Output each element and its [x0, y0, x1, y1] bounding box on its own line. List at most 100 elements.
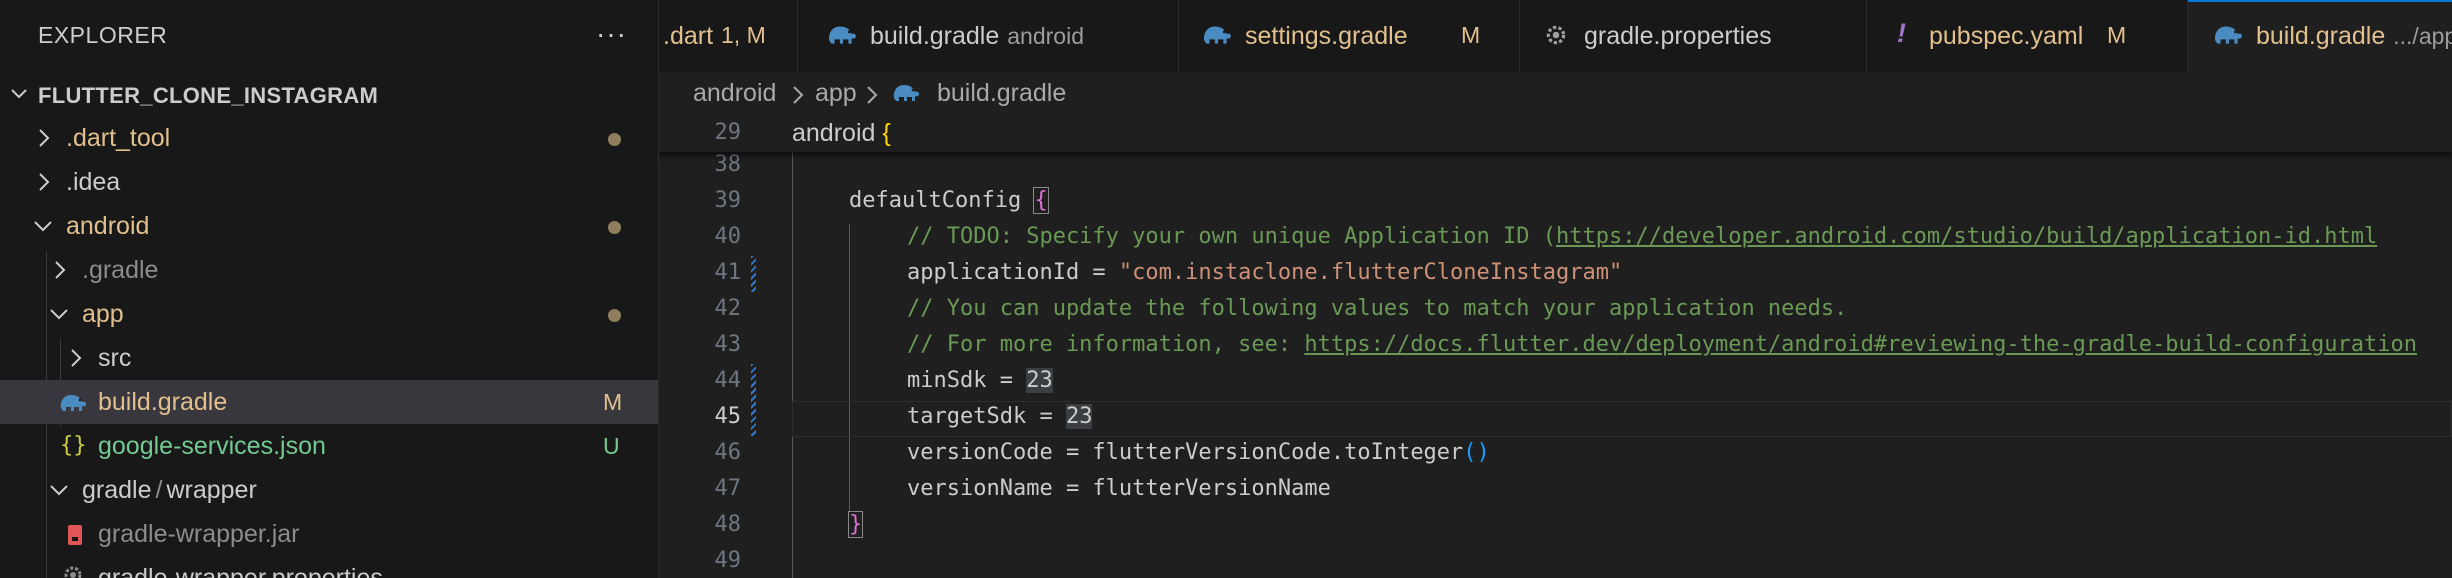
code-line: // For more information, see: https://do…: [907, 332, 2417, 357]
chevron-right-icon: [39, 129, 50, 147]
tree-item-label: .gradle: [82, 256, 159, 284]
tree-item-label: gradle-wrapper.jar: [98, 520, 300, 548]
tree-item-app[interactable]: app: [0, 292, 658, 336]
tree-item-google-services[interactable]: {} google-services.json U: [0, 424, 658, 468]
brace-token: }: [847, 511, 864, 538]
gradle-elephant-icon: [829, 26, 856, 44]
code-line: targetSdk = 23: [907, 404, 1093, 429]
code-line: // You can update the following values t…: [907, 296, 1848, 321]
line-number: 40: [714, 224, 742, 249]
project-name: FLUTTER_CLONE_INSTAGRAM: [38, 83, 379, 108]
gutter-change-marker: [751, 256, 756, 292]
chevron-down-icon: [34, 221, 52, 232]
code-line: android {: [792, 119, 891, 148]
tab-label: gradle.properties: [1584, 22, 1772, 50]
explorer-sidebar: EXPLORER ··· FLUTTER_CLONE_INSTAGRAM .da…: [0, 0, 659, 578]
gutter-change-marker: [751, 364, 756, 436]
line-number: 43: [714, 332, 742, 357]
chevron-right-icon: [867, 86, 878, 104]
modified-dot: [608, 221, 621, 234]
tab-build-gradle-app[interactable]: build.gradle .../app: [2188, 0, 2452, 72]
code-token: applicationId =: [907, 260, 1119, 285]
chevron-down-icon: [50, 485, 68, 496]
tree-item-build-gradle[interactable]: build.gradle M: [0, 380, 658, 424]
code-line: versionCode = flutterVersionCode.toInteg…: [907, 440, 1490, 465]
tab-build-gradle-android[interactable]: build.gradle android: [798, 0, 1179, 72]
line-number: 29: [714, 120, 742, 145]
tree-item-gradle-wrapper-jar[interactable]: gradle-wrapper.jar: [0, 512, 658, 556]
chevron-down-icon: [50, 309, 68, 320]
tree-item-gradle-wrapper-properties[interactable]: gradle-wrapper.properties: [0, 556, 658, 578]
tree-item-label: app: [82, 300, 124, 328]
chevron-down-icon: [11, 89, 27, 99]
tree-item-gradle-wrapper[interactable]: gradle / wrapper: [0, 468, 658, 512]
code-line: defaultConfig {: [849, 187, 1049, 214]
tree-item-android[interactable]: android: [0, 204, 658, 248]
editor-tabs: .dart 1, M build.gradle android settings.…: [659, 0, 2452, 72]
tree-item-label-part: gradle: [82, 476, 152, 504]
explorer-header: EXPLORER ···: [0, 0, 658, 74]
breadcrumb: android app build.gradle: [659, 72, 2452, 116]
chevron-right-icon: [39, 173, 50, 191]
line-number-current: 45: [714, 404, 742, 429]
indent-guide: [849, 224, 850, 512]
code-line: applicationId = "com.instaclone.flutterC…: [907, 260, 1622, 285]
tab-label: settings.gradle: [1245, 22, 1408, 50]
code-token: minSdk =: [907, 368, 1027, 393]
tab-problem-badge: 1, M: [721, 22, 766, 48]
line-number: 41: [714, 260, 742, 285]
code-editor[interactable]: 29 android { 38 39 defaultConfig { 40 //…: [659, 116, 2452, 578]
tab-label: build.gradle android: [870, 22, 1084, 51]
comment-token: // For more information, see:: [907, 332, 1305, 357]
line-number: 48: [714, 512, 742, 537]
modified-dot: [608, 309, 621, 322]
breadcrumb-item-android[interactable]: android: [693, 79, 776, 108]
tree-item-label: .idea: [66, 168, 121, 196]
tree-item-label: gradle-wrapper.properties: [98, 564, 383, 578]
modified-dot: [608, 133, 621, 146]
breadcrumb-item-file[interactable]: build.gradle: [937, 79, 1066, 108]
tree-item-label: gradle / wrapper: [82, 476, 257, 505]
comment-link[interactable]: https://docs.flutter.dev/deployment/andr…: [1304, 332, 2417, 357]
tree-item-src[interactable]: src: [0, 336, 658, 380]
gear-icon: [64, 566, 82, 578]
project-root[interactable]: FLUTTER_CLONE_INSTAGRAM: [0, 74, 658, 118]
tree-item-label: src: [98, 344, 132, 372]
tab-description: android: [1007, 23, 1084, 49]
gear-icon: [1546, 25, 1566, 45]
code-token: targetSdk =: [907, 404, 1066, 429]
tab-pubspec-yaml[interactable]: ! pubspec.yaml M: [1867, 0, 2188, 72]
jar-file-icon: [68, 525, 82, 545]
breadcrumb-item-app[interactable]: app: [815, 79, 857, 108]
comment-link[interactable]: https://developer.android.com/studio/bui…: [1556, 224, 2377, 249]
tab-label: pubspec.yaml: [1929, 22, 2084, 50]
tree-item-label: .dart_tool: [66, 124, 171, 152]
sticky-scroll-line[interactable]: 29 android {: [659, 116, 2452, 152]
tab-dart-file[interactable]: .dart 1, M: [659, 0, 798, 72]
code-token: defaultConfig: [849, 188, 1035, 213]
tab-label: .dart: [663, 22, 714, 50]
tree-item-label: android: [66, 212, 150, 240]
tree-item-label: build.gradle: [98, 388, 228, 416]
git-status-badge: U: [603, 433, 620, 459]
json-braces-icon: {}: [60, 433, 87, 458]
tree-item-dart-tool[interactable]: .dart_tool: [0, 116, 658, 160]
tree-item-gradle-dir[interactable]: .gradle: [0, 248, 658, 292]
tab-settings-gradle[interactable]: settings.gradle M: [1179, 0, 1520, 72]
tab-label: build.gradle .../app: [2256, 22, 2452, 51]
code-line: // TODO: Specify your own unique Applica…: [907, 224, 2377, 249]
chevron-right-icon: [55, 261, 66, 279]
line-number: 49: [714, 548, 742, 573]
code-line: minSdk = 23: [907, 368, 1053, 393]
tree-item-idea[interactable]: .idea: [0, 160, 658, 204]
chevron-right-icon: [71, 349, 82, 367]
tab-gradle-properties[interactable]: gradle.properties: [1520, 0, 1867, 72]
indent-guide: [792, 152, 793, 578]
tab-description: .../app: [2393, 23, 2452, 49]
tab-modified-badge: M: [2107, 22, 2127, 48]
more-actions-icon[interactable]: ···: [596, 18, 627, 50]
comment-token: // TODO: Specify your own unique Applica…: [907, 224, 1557, 249]
brace-token: {: [882, 119, 891, 147]
line-number: 38: [714, 152, 742, 177]
exclamation-icon: !: [1897, 18, 1906, 48]
